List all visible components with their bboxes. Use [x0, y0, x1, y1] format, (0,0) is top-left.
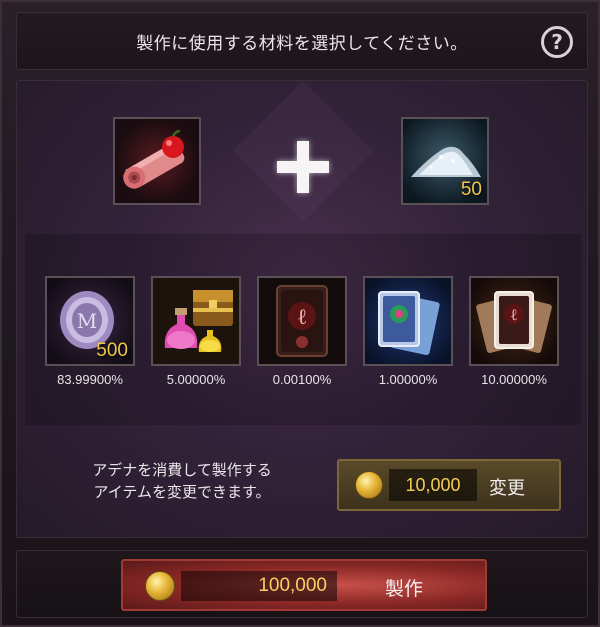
craft-window: 製作に使用する材料を選択してください。 ? 50 M 500 83.99900%… [0, 0, 600, 627]
result-rate: 5.00000% [166, 372, 226, 387]
result-item[interactable]: 1.00000% [363, 276, 453, 387]
result-item[interactable]: 5.00000% [151, 276, 241, 387]
result-slot[interactable]: ℓ [469, 276, 559, 366]
plus-icon [275, 139, 331, 195]
craft-cost: 100,000 [181, 571, 337, 601]
material-slot-crystal-powder[interactable]: 50 [401, 117, 489, 205]
result-slot[interactable]: M 500 [45, 276, 135, 366]
header-bar: 製作に使用する材料を選択してください。 ? [16, 12, 588, 70]
result-item[interactable]: M 500 83.99900% [45, 276, 135, 387]
result-rate: 10.00000% [481, 372, 547, 387]
page-title: 製作に使用する材料を選択してください。 [136, 33, 468, 54]
adena-coin-icon [355, 471, 383, 499]
result-slot[interactable] [151, 276, 241, 366]
blue-card-stack-icon [365, 278, 451, 364]
help-button[interactable]: ? [541, 26, 573, 58]
change-note-line-2: アイテムを変更できます。 [93, 483, 271, 501]
scroll-with-apple-icon [115, 119, 199, 203]
result-list: M 500 83.99900% 5.00000% ℓ 0.00100% 1.00… [25, 233, 581, 425]
footer-bar: 100,000 製作 [16, 550, 588, 618]
change-note: アデナを消費して製作する アイテムを変更できます。 [47, 459, 317, 503]
adena-coin-icon [145, 571, 175, 601]
svg-text:M: M [77, 309, 97, 333]
material-count: 50 [460, 179, 482, 200]
result-slot[interactable] [363, 276, 453, 366]
result-rate: 83.99900% [57, 372, 123, 387]
result-rate: 0.00100% [272, 372, 332, 387]
result-rate: 1.00000% [378, 372, 438, 387]
red-card-stack-icon: ℓ [471, 278, 557, 364]
red-card-icon: ℓ [259, 278, 345, 364]
result-slot[interactable]: ℓ [257, 276, 347, 366]
potion-and-chest-icon [153, 278, 239, 364]
change-button[interactable]: 10,000 変更 [337, 459, 561, 511]
change-label: 変更 [489, 478, 525, 499]
svg-text:ℓ: ℓ [297, 305, 308, 330]
craft-button[interactable]: 100,000 製作 [121, 559, 487, 611]
change-note-line-1: アデナを消費して製作する [92, 461, 272, 479]
change-cost: 10,000 [389, 469, 477, 501]
result-count: 500 [96, 340, 128, 361]
result-item[interactable]: ℓ 10.00000% [469, 276, 559, 387]
craft-label: 製作 [385, 578, 424, 600]
svg-text:ℓ: ℓ [510, 305, 518, 324]
material-panel: 50 M 500 83.99900% 5.00000% ℓ 0.00100% 1… [16, 80, 588, 538]
material-slot-scroll[interactable] [113, 117, 201, 205]
result-item[interactable]: ℓ 0.00100% [257, 276, 347, 387]
